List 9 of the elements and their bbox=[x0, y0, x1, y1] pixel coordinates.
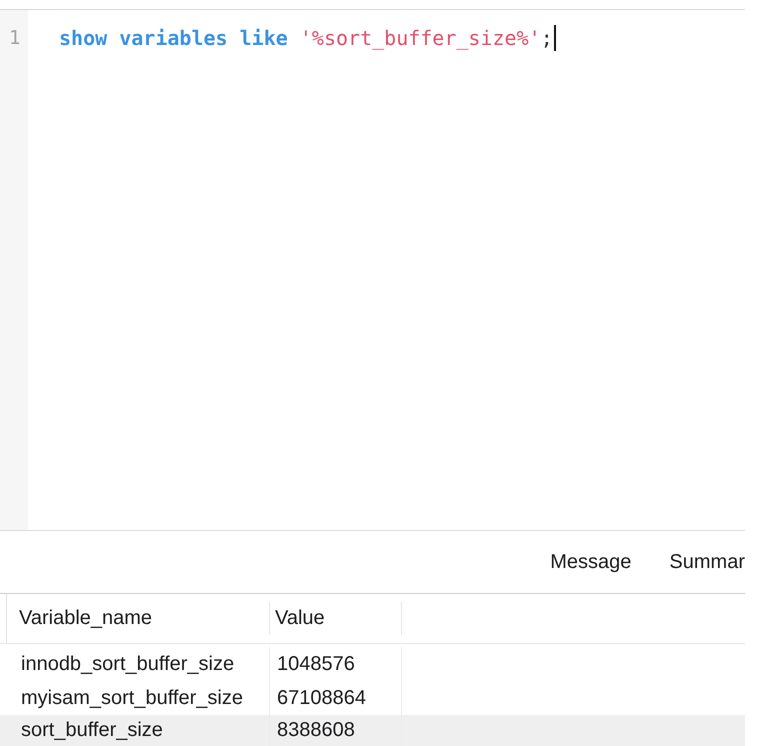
result-tab[interactable]: Message bbox=[550, 548, 632, 576]
line-number: 1 bbox=[8, 26, 22, 51]
table-cell: sort_buffer_size bbox=[0, 715, 270, 746]
code-line: show variables like '%sort_buffer_size%'; bbox=[59, 25, 553, 52]
column-header[interactable]: Value bbox=[270, 602, 402, 635]
column-header[interactable]: Variable_name bbox=[7, 602, 270, 635]
table-row[interactable]: sort_buffer_size 8388608 bbox=[0, 715, 745, 746]
table-cell: 8388608 bbox=[270, 715, 402, 746]
result-tab[interactable]: Summar bbox=[669, 548, 745, 576]
